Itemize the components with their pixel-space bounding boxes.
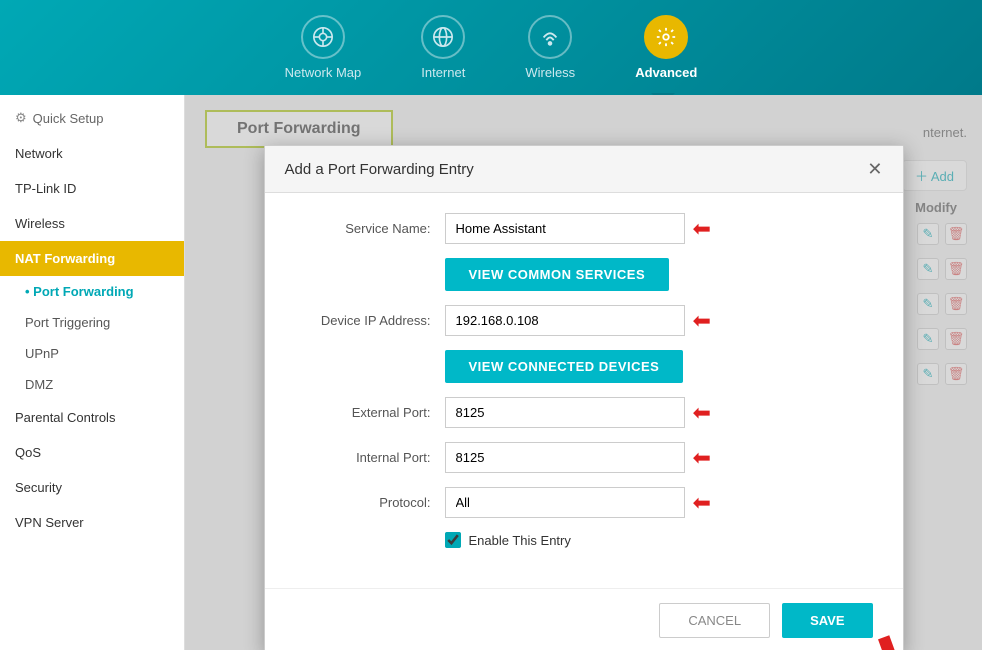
sidebar-sub-upnp[interactable]: UPnP <box>0 338 184 369</box>
internal-port-arrow: ⬅ <box>693 445 711 471</box>
cancel-button[interactable]: CANCEL <box>659 603 770 638</box>
dialog-footer: CANCEL SAVE ⬇ <box>265 588 903 650</box>
advanced-label: Advanced <box>635 65 697 80</box>
internal-port-row: Internal Port: ⬅ <box>295 442 873 473</box>
service-name-input[interactable] <box>445 213 685 244</box>
sidebar-sub-dmz[interactable]: DMZ <box>0 369 184 400</box>
dialog-title: Add a Port Forwarding Entry <box>285 161 474 178</box>
internal-port-label: Internal Port: <box>295 450 445 465</box>
external-port-row: External Port: ⬅ <box>295 397 873 428</box>
wireless-label: Wireless <box>525 65 575 80</box>
sidebar-item-vpn-server[interactable]: VPN Server <box>0 505 184 540</box>
dialog-close-button[interactable]: ✕ <box>867 160 882 178</box>
sidebar-item-nat-forwarding[interactable]: NAT Forwarding <box>0 241 184 276</box>
external-port-arrow: ⬅ <box>693 400 711 426</box>
main-layout: ⚙ Quick Setup Network TP-Link ID Wireles… <box>0 95 982 650</box>
sidebar-item-tplink-id[interactable]: TP-Link ID <box>0 171 184 206</box>
protocol-arrow: ⬅ <box>693 490 711 516</box>
enable-entry-label: Enable This Entry <box>469 533 571 548</box>
internet-icon <box>421 15 465 59</box>
view-common-services-button[interactable]: VIEW COMMON SERVICES <box>445 258 670 291</box>
sidebar-item-qos[interactable]: QoS <box>0 435 184 470</box>
internal-port-input[interactable] <box>445 442 685 473</box>
network-map-label: Network Map <box>285 65 362 80</box>
sidebar-sub-port-triggering[interactable]: Port Triggering <box>0 307 184 338</box>
advanced-icon <box>644 15 688 59</box>
sidebar-item-parental-controls[interactable]: Parental Controls <box>0 400 184 435</box>
protocol-label: Protocol: <box>295 495 445 510</box>
port-forwarding-dialog: Add a Port Forwarding Entry ✕ Service Na… <box>264 145 904 650</box>
external-port-input[interactable] <box>445 397 685 428</box>
internet-label: Internet <box>421 65 465 80</box>
device-ip-arrow: ⬅ <box>693 308 711 334</box>
sidebar-sub-port-forwarding[interactable]: Port Forwarding <box>0 276 184 307</box>
external-port-label: External Port: <box>295 405 445 420</box>
top-navigation: Network Map Internet Wireless <box>0 0 982 95</box>
sidebar-item-security[interactable]: Security <box>0 470 184 505</box>
save-button[interactable]: SAVE <box>782 603 872 638</box>
service-name-arrow: ⬅ <box>693 216 711 242</box>
sidebar-item-network[interactable]: Network <box>0 136 184 171</box>
nav-network-map[interactable]: Network Map <box>285 15 362 80</box>
sidebar: ⚙ Quick Setup Network TP-Link ID Wireles… <box>0 95 185 650</box>
protocol-row: Protocol: ⬅ <box>295 487 873 518</box>
dialog-header: Add a Port Forwarding Entry ✕ <box>265 146 903 193</box>
sidebar-item-quick-setup[interactable]: ⚙ Quick Setup <box>0 100 184 136</box>
enable-entry-checkbox[interactable] <box>445 532 461 548</box>
enable-entry-row: Enable This Entry <box>295 532 873 548</box>
sidebar-sub-port-forwarding-container: Port Forwarding ⬅ <box>0 276 184 307</box>
protocol-input[interactable] <box>445 487 685 518</box>
service-name-row: Service Name: ⬅ <box>295 213 873 244</box>
wireless-icon <box>528 15 572 59</box>
gear-icon: ⚙ <box>15 110 27 126</box>
view-connected-devices-button[interactable]: VIEW CONNECTED DEVICES <box>445 350 684 383</box>
nav-internet[interactable]: Internet <box>421 15 465 80</box>
network-map-icon <box>301 15 345 59</box>
device-ip-input[interactable] <box>445 305 685 336</box>
device-ip-row: Device IP Address: ⬅ <box>295 305 873 336</box>
nav-wireless[interactable]: Wireless <box>525 15 575 80</box>
nav-advanced[interactable]: Advanced <box>635 15 697 80</box>
dialog-body: Service Name: ⬅ VIEW COMMON SERVICES Dev… <box>265 193 903 588</box>
service-name-label: Service Name: <box>295 221 445 236</box>
content-area: Port Forwarding nternet. ＋ Add Modify ✎ … <box>185 95 982 650</box>
device-ip-label: Device IP Address: <box>295 313 445 328</box>
sidebar-item-wireless[interactable]: Wireless <box>0 206 184 241</box>
